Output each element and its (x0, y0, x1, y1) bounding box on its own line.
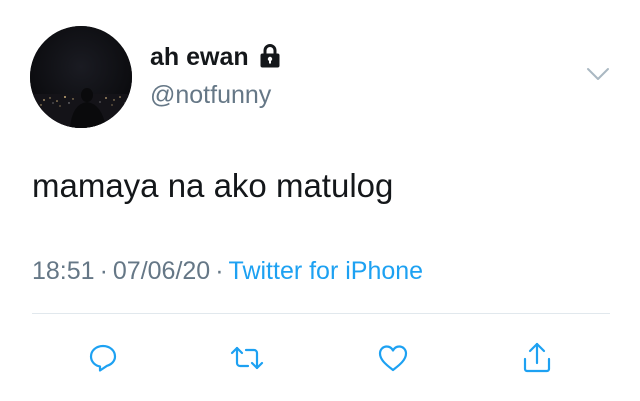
divider (32, 313, 610, 314)
tweet-time: 18:51 (32, 257, 95, 285)
heart-icon (378, 345, 408, 372)
user-handle[interactable]: @notfunny (150, 80, 271, 110)
reply-icon (89, 344, 117, 372)
avatar[interactable] (30, 26, 132, 128)
chevron-down-icon[interactable] (586, 66, 610, 82)
like-button[interactable] (373, 338, 413, 378)
avatar-night-city-image (30, 26, 132, 128)
tweet-source-link[interactable]: Twitter for iPhone (229, 257, 424, 285)
display-name-text: ah ewan (150, 43, 249, 71)
tweet-text: mamaya na ako matulog (32, 167, 394, 204)
share-button[interactable] (517, 338, 557, 378)
tweet-date: 07/06/20 (112, 257, 211, 285)
tweet-detail: ah ewan @notfunny mamaya na ako matulog … (0, 0, 640, 401)
meta-separator: · (215, 257, 224, 285)
tweet-metadata: 18:51 · 07/06/20 · Twitter for iPhone (32, 256, 423, 286)
tweet-actions-bar (0, 330, 640, 380)
meta-separator: · (99, 257, 108, 285)
share-icon (523, 342, 551, 373)
lock-icon (259, 43, 281, 69)
retweet-button[interactable] (227, 338, 267, 378)
reply-button[interactable] (83, 338, 123, 378)
retweet-icon (230, 346, 264, 370)
display-name[interactable]: ah ewan (150, 42, 281, 72)
